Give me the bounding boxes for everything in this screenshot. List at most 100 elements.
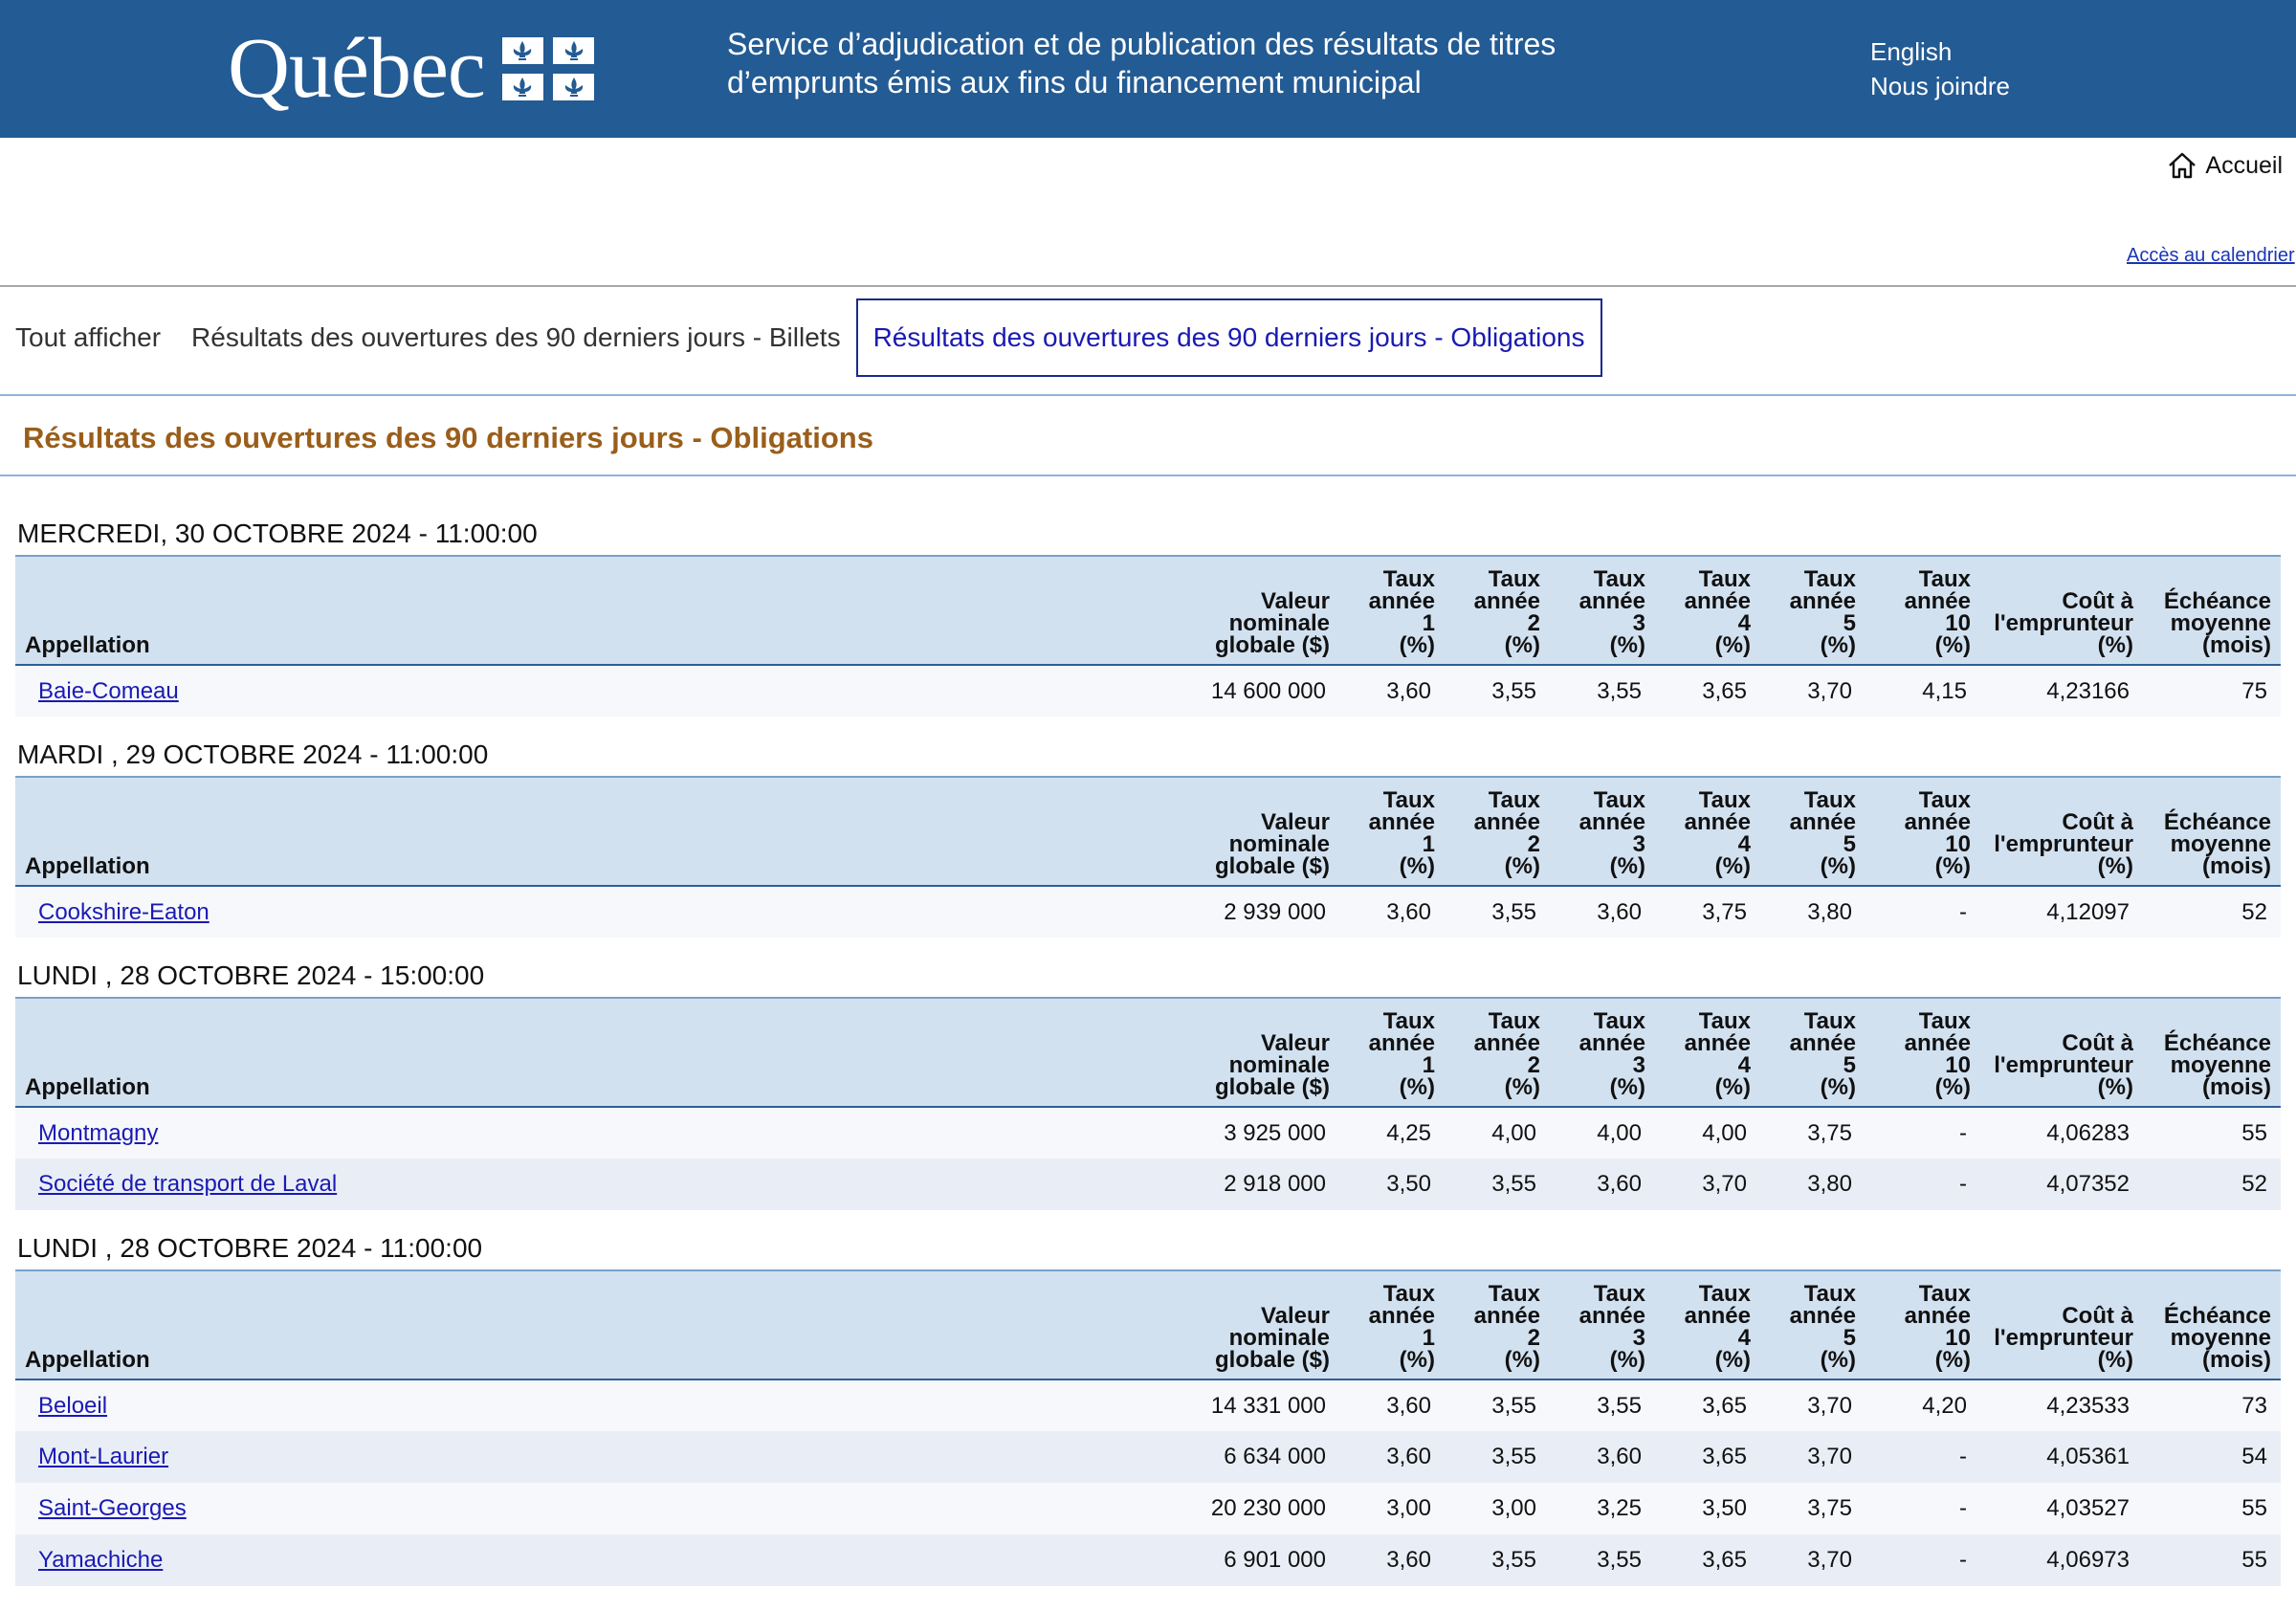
column-header-rate-year-5: Taux année 5 (%) — [1789, 1281, 1856, 1373]
rate-year-2-cell: 4,00 — [1491, 1119, 1536, 1146]
municipality-link[interactable]: Baie-Comeau — [38, 678, 179, 704]
nominal-value-cell: 6 634 000 — [1224, 1444, 1326, 1469]
tab-bar: Tout afficher Résultats des ouvertures d… — [0, 298, 1602, 377]
rate-year-4-cell: 3,75 — [1702, 898, 1747, 925]
tab-obligations[interactable]: Résultats des ouvertures des 90 derniers… — [855, 298, 1602, 377]
divider — [0, 474, 2296, 476]
municipality-link[interactable]: Société de transport de Laval — [38, 1171, 337, 1197]
column-header-appellation: Appellation — [25, 632, 150, 658]
rate-year-3-cell: 4,00 — [1597, 1119, 1642, 1146]
municipality-link[interactable]: Mont-Laurier — [38, 1444, 168, 1469]
municipality-link[interactable]: Yamachiche — [38, 1547, 163, 1573]
rate-year-4-cell: 3,50 — [1702, 1495, 1747, 1521]
average-maturity-cell: 52 — [2241, 898, 2267, 925]
column-header-rate-year-1: Taux année 1 (%) — [1368, 566, 1435, 658]
column-header-rate-year-5: Taux année 5 (%) — [1789, 1008, 1856, 1100]
rate-year-5-cell: 3,70 — [1807, 1444, 1852, 1469]
average-maturity-cell: 55 — [2241, 1495, 2267, 1521]
column-header-rate-year-3: Taux année 3 (%) — [1578, 1281, 1645, 1373]
column-header-nominal-value: Valeur nominale globale ($) — [1214, 1303, 1330, 1373]
column-header-rate-year-4: Taux année 4 (%) — [1684, 566, 1751, 658]
borrower-cost-cell: 4,03527 — [2046, 1495, 2130, 1521]
column-header-rate-year-3: Taux année 3 (%) — [1578, 1008, 1645, 1100]
column-header-appellation: Appellation — [25, 1074, 150, 1100]
tab-show-all[interactable]: Tout afficher — [0, 298, 176, 377]
opening-date-heading: MERCREDI, 30 OCTOBRE 2024 - 11:00:00 — [17, 519, 538, 548]
column-header-appellation: Appellation — [25, 853, 150, 879]
home-icon — [2169, 152, 2197, 179]
column-header-borrower-cost: Coût à l'emprunteur (%) — [1994, 1303, 2133, 1373]
result-group: MARDI , 29 OCTOBRE 2024 - 11:00:00 Appell… — [15, 734, 2281, 955]
table-row: Baie-Comeau 14 600 000 3,60 3,55 3,55 3,65 3,7… — [15, 665, 2281, 717]
rate-year-10-cell: 4,15 — [1922, 677, 1967, 704]
rate-year-5-cell: 3,70 — [1807, 677, 1852, 704]
service-title: Service d’adjudication et de publication… — [727, 27, 1556, 99]
rate-year-5-cell: 3,70 — [1807, 1392, 1852, 1419]
appellation-cell: Mont-Laurier — [15, 1431, 1205, 1483]
rate-year-1-cell: 3,60 — [1386, 1444, 1431, 1469]
rate-year-4-cell: 4,00 — [1702, 1119, 1747, 1146]
rate-year-1-cell: 3,60 — [1386, 1392, 1431, 1419]
column-header-rate-year-4: Taux année 4 (%) — [1684, 1281, 1751, 1373]
rate-year-2-cell: 3,00 — [1491, 1495, 1536, 1521]
appellation-cell: Baie-Comeau — [15, 665, 1205, 717]
header-links: English Nous joindre — [1870, 34, 2010, 103]
opening-date-heading: LUNDI , 28 OCTOBRE 2024 - 11:00:00 — [17, 1233, 483, 1263]
result-group: MERCREDI, 30 OCTOBRE 2024 - 11:00:00 Appe… — [15, 513, 2281, 734]
results-table: Appellation Valeur nominale globale ($) Taux… — [15, 997, 2281, 1210]
borrower-cost-cell: 4,12097 — [2046, 898, 2130, 925]
quebec-logo[interactable]: Québec — [228, 21, 594, 117]
appellation-cell: Société de transport de Laval — [15, 1159, 1205, 1210]
rate-year-3-cell: 3,55 — [1597, 677, 1642, 704]
nominal-value-cell: 2 939 000 — [1224, 898, 1326, 925]
appellation-cell: Cookshire-Eaton — [15, 886, 1205, 938]
appellation-cell: Yamachiche — [15, 1534, 1205, 1586]
borrower-cost-cell: 4,06283 — [2046, 1119, 2130, 1146]
column-header-rate-year-1: Taux année 1 (%) — [1368, 1008, 1435, 1100]
rate-year-3-cell: 3,60 — [1597, 898, 1642, 925]
column-header-rate-year-2: Taux année 2 (%) — [1473, 1281, 1540, 1373]
rate-year-3-cell: 3,55 — [1597, 1547, 1642, 1573]
column-header-borrower-cost: Coût à l'emprunteur (%) — [1994, 588, 2133, 658]
fleurdelise-flag-icon — [501, 37, 594, 100]
municipality-link[interactable]: Saint-Georges — [38, 1495, 187, 1521]
average-maturity-cell: 55 — [2241, 1119, 2267, 1146]
tab-billets[interactable]: Résultats des ouvertures des 90 derniers… — [176, 298, 856, 377]
column-header-rate-year-2: Taux année 2 (%) — [1473, 787, 1540, 879]
column-header-rate-year-3: Taux année 3 (%) — [1578, 787, 1645, 879]
rate-year-1-cell: 4,25 — [1386, 1119, 1431, 1146]
nominal-value-cell: 14 600 000 — [1210, 677, 1326, 704]
rate-year-2-cell: 3,55 — [1491, 677, 1536, 704]
column-header-nominal-value: Valeur nominale globale ($) — [1214, 588, 1330, 658]
site-header: Québec Service d’adjudication et de publ… — [0, 0, 2296, 138]
results-list: MERCREDI, 30 OCTOBRE 2024 - 11:00:00 Appe… — [15, 513, 2281, 1603]
rate-year-1-cell: 3,60 — [1386, 898, 1431, 925]
rate-year-4-cell: 3,70 — [1702, 1171, 1747, 1197]
column-header-rate-year-10: Taux année 10 (%) — [1904, 787, 1971, 879]
column-header-rate-year-5: Taux année 5 (%) — [1789, 566, 1856, 658]
borrower-cost-cell: 4,06973 — [2046, 1547, 2130, 1573]
column-header-borrower-cost: Coût à l'emprunteur (%) — [1994, 809, 2133, 879]
average-maturity-cell: 52 — [2241, 1171, 2267, 1197]
rate-year-2-cell: 3,55 — [1491, 1392, 1536, 1419]
column-header-average-maturity: Échéance moyenne (mois) — [2163, 809, 2271, 879]
rate-year-10-cell: - — [1959, 1444, 1967, 1469]
contact-link[interactable]: Nous joindre — [1870, 69, 2010, 103]
municipality-link[interactable]: Cookshire-Eaton — [38, 899, 210, 925]
average-maturity-cell: 54 — [2241, 1444, 2267, 1469]
home-label: Accueil — [2205, 151, 2283, 179]
column-header-average-maturity: Échéance moyenne (mois) — [2163, 588, 2271, 658]
rate-year-2-cell: 3,55 — [1491, 898, 1536, 925]
municipality-link[interactable]: Beloeil — [38, 1393, 107, 1419]
rate-year-1-cell: 3,00 — [1386, 1495, 1431, 1521]
column-header-rate-year-5: Taux année 5 (%) — [1789, 787, 1856, 879]
nominal-value-cell: 3 925 000 — [1224, 1119, 1326, 1146]
calendar-link[interactable]: Accès au calendrier — [2127, 245, 2295, 267]
english-link[interactable]: English — [1870, 34, 2010, 69]
home-link[interactable]: Accueil — [2167, 151, 2283, 180]
column-header-borrower-cost: Coût à l'emprunteur (%) — [1994, 1030, 2133, 1100]
municipality-link[interactable]: Montmagny — [38, 1120, 158, 1146]
rate-year-10-cell: - — [1959, 898, 1967, 925]
rate-year-10-cell: - — [1959, 1119, 1967, 1146]
